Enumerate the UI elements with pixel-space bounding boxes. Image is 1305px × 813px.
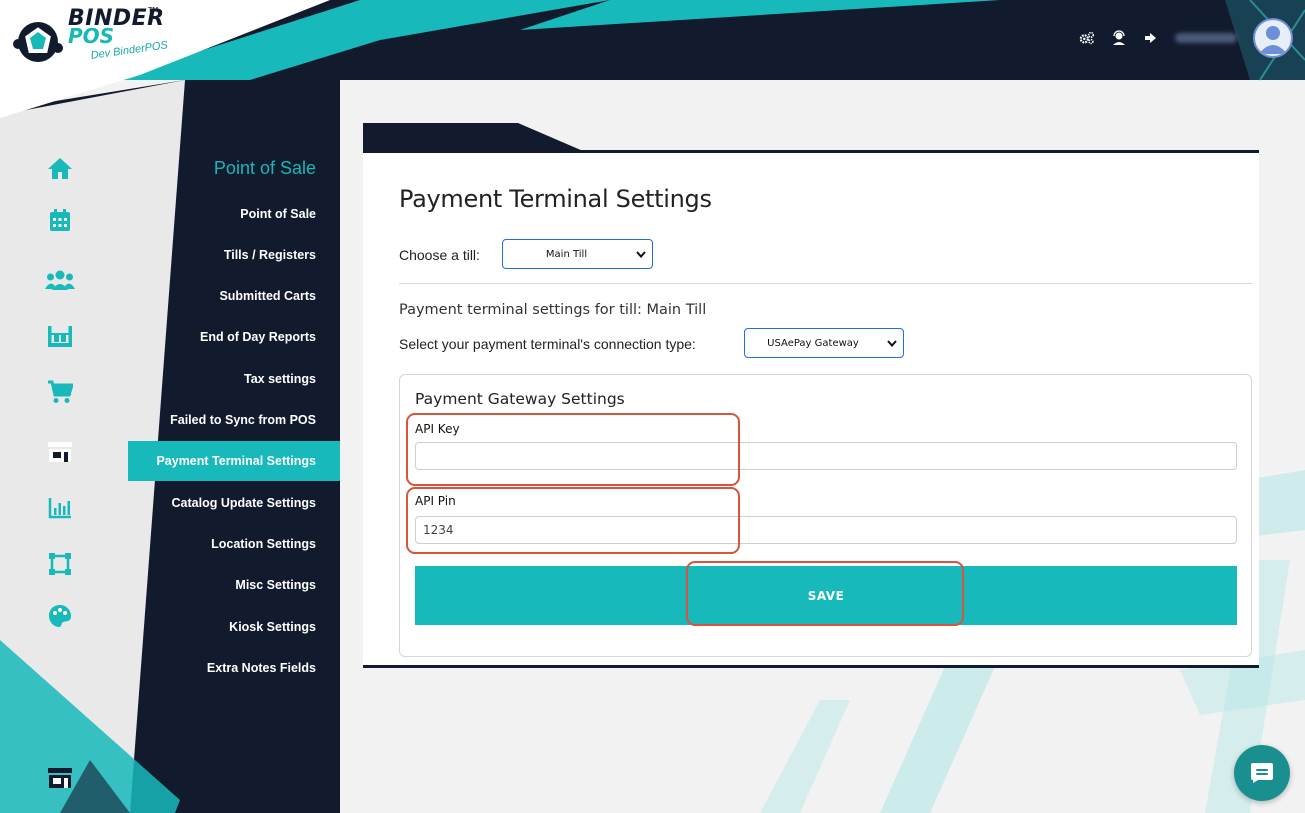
cart-icon[interactable]	[36, 374, 84, 410]
calendar-icon[interactable]	[36, 202, 84, 238]
api-pin-input[interactable]: 1234	[415, 516, 1237, 544]
submenu-item-kiosk-settings[interactable]: Kiosk Settings	[128, 607, 340, 647]
submenu-item-misc-settings[interactable]: Misc Settings	[128, 565, 340, 605]
brand-line2: POS	[68, 24, 115, 48]
theme-palette-icon[interactable]	[36, 598, 84, 634]
api-pin-label: API Pin	[415, 494, 456, 508]
till-select-value: Main Till	[545, 248, 588, 260]
submenu-title: Point of Sale	[213, 158, 316, 178]
customers-icon[interactable]	[36, 262, 84, 298]
settings-for-till-text: Payment terminal settings for till: Main…	[399, 302, 707, 318]
user-name-blurred	[1175, 33, 1237, 43]
chevron-down-icon	[630, 250, 652, 258]
binderpos-logo[interactable]: BINDER TM POS Dev BinderPOS	[10, 6, 180, 76]
brand-trademark: TM	[148, 6, 159, 14]
user-avatar-icon	[1259, 26, 1287, 54]
home-icon[interactable]	[36, 150, 84, 186]
header-actions	[1079, 18, 1293, 58]
submenu-item-location-settings[interactable]: Location Settings	[128, 524, 340, 564]
connection-type-select[interactable]: USAePay Gateway	[744, 328, 904, 358]
logout-icon[interactable]	[1143, 30, 1159, 46]
connection-type-label: Select your payment terminal's connectio…	[399, 336, 696, 352]
store-switch-icon[interactable]	[36, 760, 84, 796]
payment-gateway-settings-panel: Payment Gateway Settings API Key API Pin…	[399, 374, 1252, 657]
submenu-item-payment-terminal-settings[interactable]: Payment Terminal Settings	[128, 441, 340, 481]
submenu-item-point-of-sale[interactable]: Point of Sale	[128, 194, 340, 234]
connection-type-value: USAePay Gateway	[767, 337, 859, 349]
dice-logo-icon	[13, 22, 63, 62]
submenu-item-tills-registers[interactable]: Tills / Registers	[128, 235, 340, 275]
submenu-item-end-of-day-reports[interactable]: End of Day Reports	[128, 317, 340, 357]
page-title: Payment Terminal Settings	[399, 185, 712, 213]
submenu-item-tax-settings[interactable]: Tax settings	[128, 359, 340, 399]
integrations-icon[interactable]	[36, 546, 84, 582]
submenu-item-extra-notes-fields[interactable]: Extra Notes Fields	[128, 648, 340, 688]
chat-button[interactable]	[1234, 745, 1290, 801]
store-icon[interactable]	[36, 434, 84, 470]
gateway-settings-title: Payment Gateway Settings	[415, 390, 625, 408]
submenu-item-catalog-update-settings[interactable]: Catalog Update Settings	[128, 483, 340, 523]
reports-chart-icon[interactable]	[36, 490, 84, 526]
submenu-item-submitted-carts[interactable]: Submitted Carts	[128, 276, 340, 316]
inventory-icon[interactable]	[36, 318, 84, 354]
support-agent-icon[interactable]	[1111, 30, 1127, 46]
payment-terminal-settings-card: Payment Terminal Settings Choose a till:…	[363, 150, 1259, 668]
chevron-down-icon	[881, 339, 903, 347]
submenu-item-failed-to-sync[interactable]: Failed to Sync from POS	[128, 400, 340, 440]
save-button[interactable]: SAVE	[415, 566, 1237, 625]
api-key-input[interactable]	[415, 442, 1237, 470]
user-avatar[interactable]	[1253, 18, 1293, 58]
chat-bubble-icon	[1251, 763, 1273, 783]
settings-gears-icon[interactable]	[1079, 30, 1095, 46]
till-select[interactable]: Main Till	[502, 239, 653, 269]
card-tab-decoration	[363, 123, 583, 151]
api-key-label: API Key	[415, 422, 460, 436]
choose-till-label: Choose a till:	[399, 247, 480, 263]
section-divider	[399, 283, 1252, 284]
